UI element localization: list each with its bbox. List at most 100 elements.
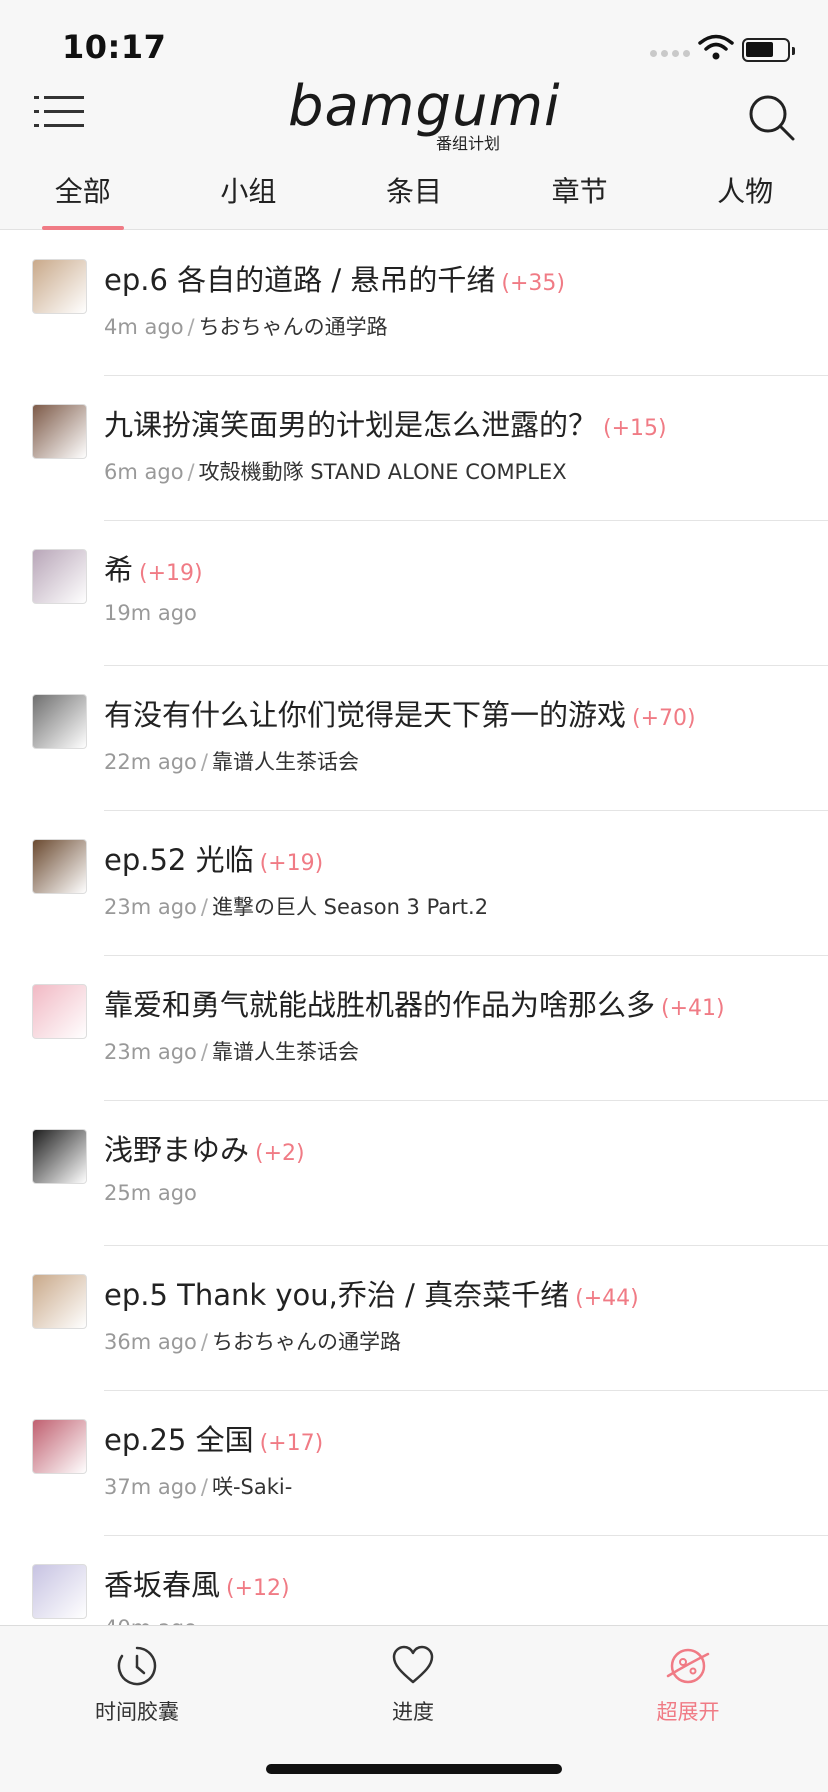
reply-count: (+2) [255,1141,305,1166]
topic-meta: 23m ago / 靠谱人生茶话会 [104,1036,359,1066]
topic-time: 6m ago [104,460,184,484]
topic-time: 36m ago [104,1330,197,1354]
tab-all[interactable]: 全部 [0,158,166,229]
topic-title: 靠爱和勇气就能战胜机器的作品为啥那么多 (+41) [104,982,725,1024]
topic-title: ep.6 各自的道路 / 悬吊的千绪 (+35) [104,257,565,299]
topic-title-text: ep.25 全国 [104,1423,254,1457]
topic-title-text: 靠爱和勇气就能战胜机器的作品为啥那么多 [104,988,656,1022]
battery-icon [742,38,795,62]
avatar[interactable] [32,259,87,314]
logo-wordmark: bamgumi [288,74,561,139]
topic-row[interactable]: 希 (+19) 19m ago [0,521,828,666]
topic-title-text: 有没有什么让你们觉得是天下第一的游戏 [104,698,627,732]
topic-group[interactable]: 靠谱人生茶话会 [212,1040,359,1064]
topic-time: 19m ago [104,601,197,625]
topic-meta: 19m ago [104,601,197,625]
topic-group[interactable]: ちおちゃんの通学路 [212,1330,401,1354]
status-time: 10:17 [62,28,167,66]
home-indicator[interactable] [266,1764,562,1774]
topic-title-text: 浅野まゆみ [104,1133,250,1167]
wifi-icon [698,34,734,60]
topic-meta: 36m ago / ちおちゃんの通学路 [104,1326,401,1356]
avatar[interactable] [32,1419,87,1474]
reply-count: (+41) [661,996,725,1021]
tab-episodes[interactable]: 章节 [497,158,663,229]
topic-group[interactable]: 咲-Saki- [212,1475,292,1499]
topic-meta: 37m ago / 咲-Saki- [104,1471,292,1501]
nav-label: 时间胶囊 [95,1700,179,1724]
avatar[interactable] [32,1274,87,1329]
topic-title-text: 九课扮演笑面男的计划是怎么泄露的？ [104,408,598,442]
topic-row[interactable]: 有没有什么让你们觉得是天下第一的游戏 (+70) 22m ago / 靠谱人生茶话会 [0,666,828,811]
nav-label: 超展开 [656,1700,720,1724]
topic-row[interactable]: ep.6 各自的道路 / 悬吊的千绪 (+35) 4m ago / ちおちゃんの通学路 [0,231,828,376]
topic-title-text: 希 [104,553,134,587]
avatar[interactable] [32,984,87,1039]
reply-count: (+17) [259,1431,324,1456]
topic-title: ep.52 光临 (+19) [104,837,323,879]
menu-icon[interactable] [32,90,88,136]
reply-count: (+19) [139,561,203,586]
topic-row[interactable]: 香坂春風(+12) 40m ago [0,1536,828,1625]
avatar[interactable] [32,1564,87,1619]
topic-group[interactable]: 進撃の巨人 Season 3 Part.2 [212,895,488,919]
topic-row[interactable]: ep.5 Thank you,乔治 / 真奈菜千绪 (+44) 36m ago / ちお… [0,1246,828,1391]
topic-title-text: ep.52 光临 [104,843,254,877]
topic-meta: 4m ago / ちおちゃんの通学路 [104,311,388,341]
topic-row[interactable]: ep.25 全国 (+17) 37m ago / 咲-Saki- [0,1391,828,1536]
topic-title: ep.5 Thank you,乔治 / 真奈菜千绪 (+44) [104,1272,639,1314]
avatar[interactable] [32,839,87,894]
app-logo: bamgumi 番组计划 [288,74,560,153]
meta-separator: / [187,460,195,484]
avatar[interactable] [32,549,87,604]
topic-title: 九课扮演笑面男的计划是怎么泄露的？ (+15) [104,402,667,444]
topic-list[interactable]: ep.6 各自的道路 / 悬吊的千绪 (+35) 4m ago / ちおちゃんの通学路九… [0,231,828,1625]
nav-time-capsule[interactable]: 时间胶囊 [57,1644,217,1726]
clock-icon [117,1646,157,1686]
tab-people[interactable]: 人物 [662,158,828,229]
reply-count: (+44) [575,1286,639,1311]
topic-row[interactable]: 靠爱和勇气就能战胜机器的作品为啥那么多 (+41) 23m ago / 靠谱人生茶话会 [0,956,828,1101]
topic-meta: 40m ago [104,1616,197,1625]
topic-title-text: 香坂春風 [104,1568,221,1602]
topic-group[interactable]: 攻殻機動隊 STAND ALONE COMPLEX [199,460,567,484]
tab-groups[interactable]: 小组 [166,158,332,229]
topic-title: 有没有什么让你们觉得是天下第一的游戏 (+70) [104,692,696,734]
reply-count: (+12) [226,1576,290,1601]
meta-separator: / [200,750,208,774]
heart-icon [392,1645,434,1684]
meta-separator: / [187,315,195,339]
avatar[interactable] [32,694,87,749]
planet-icon [666,1648,710,1684]
topic-title: 希 (+19) [104,547,203,589]
topic-meta: 6m ago / 攻殻機動隊 STAND ALONE COMPLEX [104,456,567,486]
nav-super-expand[interactable]: 超展开 [608,1644,768,1726]
topic-group[interactable]: ちおちゃんの通学路 [199,315,388,339]
avatar[interactable] [32,1129,87,1184]
topic-time: 25m ago [104,1181,197,1205]
topic-time: 23m ago [104,1040,197,1064]
topic-title: 浅野まゆみ (+2) [104,1127,305,1169]
meta-separator: / [200,1330,208,1354]
topic-time: 4m ago [104,315,184,339]
meta-separator: / [200,1040,208,1064]
meta-separator: / [200,1475,208,1499]
app-header: bamgumi 番组计划 [0,74,828,158]
avatar[interactable] [32,404,87,459]
topic-row[interactable]: 浅野まゆみ (+2) 25m ago [0,1101,828,1246]
reply-count: (+19) [259,851,324,876]
topic-time: 37m ago [104,1475,197,1499]
nav-progress[interactable]: 进度 [333,1644,493,1726]
topic-group[interactable]: 靠谱人生茶话会 [212,750,359,774]
topic-row[interactable]: 九课扮演笑面男的计划是怎么泄露的？ (+15) 6m ago / 攻殻機動隊 STAND… [0,376,828,521]
reply-count: (+15) [603,416,667,441]
topic-title: 香坂春風 (+12) [104,1562,290,1604]
topic-title-text: ep.5 Thank you,乔治 / 真奈菜千绪 [104,1278,570,1312]
search-icon[interactable] [746,92,798,144]
tab-subjects[interactable]: 条目 [331,158,497,229]
reply-count: (+70) [632,706,696,731]
topic-row[interactable]: ep.52 光临 (+19) 23m ago / 進撃の巨人 Season 3 Part… [0,811,828,956]
tab-bar: 全部 小组 条目 章节 人物 [0,158,828,230]
topic-meta: 22m ago / 靠谱人生茶话会 [104,746,359,776]
meta-separator: / [200,895,208,919]
